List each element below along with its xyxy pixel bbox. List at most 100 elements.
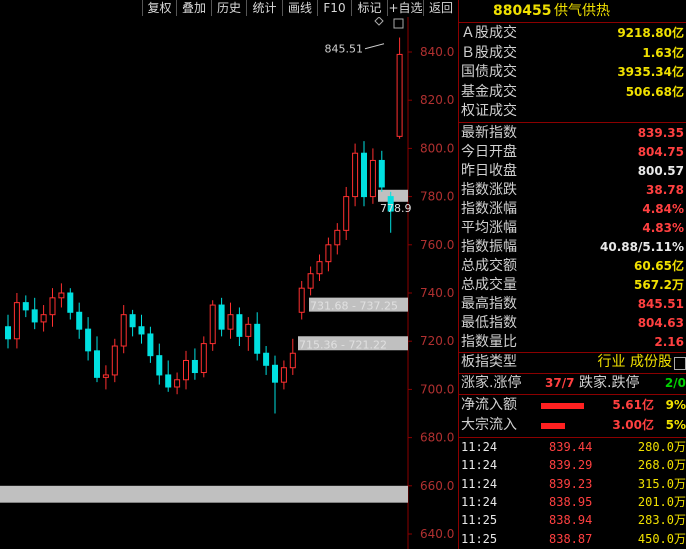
candle-body[interactable] [76, 311, 83, 330]
candle-body[interactable] [13, 302, 20, 340]
flow-row: 净流入额 5.61亿 9% [459, 396, 686, 415]
candle-body[interactable] [325, 244, 332, 263]
volume-row: 权证成交 [459, 102, 686, 121]
chart-toolbar: 复权 叠加 历史 统计 画线 F10 标记 +自选 返回 [0, 0, 458, 17]
flow-pct: 5% [665, 418, 686, 432]
candle-body[interactable] [138, 326, 145, 335]
y-tick-label: 660.0 [420, 479, 454, 493]
candle-body[interactable] [352, 152, 359, 198]
history-button[interactable]: 历史 [211, 0, 246, 16]
candle-body[interactable] [361, 152, 367, 198]
candle-body[interactable] [31, 309, 38, 323]
candle-body[interactable] [183, 359, 189, 381]
candle-body[interactable] [236, 314, 243, 337]
gap-band [0, 485, 408, 503]
candle-body[interactable] [22, 302, 29, 311]
down-count-value: 2/0 [664, 376, 686, 390]
candle-body[interactable] [58, 292, 65, 299]
candle-body[interactable] [245, 323, 252, 337]
down-count-label: 跌家.跌停 [579, 375, 640, 391]
candle-body[interactable] [307, 273, 314, 289]
tick-row: 11:25 838.87 450.0万 [459, 530, 686, 548]
index-row-label: 平均涨幅 [461, 220, 517, 236]
tick-price: 839.29 [549, 458, 593, 473]
candle-body[interactable] [111, 345, 118, 376]
index-row: 最新指数 839.35 [459, 124, 686, 143]
volume-row-value: 9218.80亿 [617, 26, 684, 40]
candle-body[interactable] [94, 350, 100, 378]
add-favorite-button[interactable]: +自选 [387, 0, 423, 16]
index-row-value: 4.84% [642, 202, 684, 216]
index-row: 总成交额 60.65亿 [459, 257, 686, 276]
candle-body[interactable] [156, 355, 163, 376]
tick-time: 11:24 [461, 476, 498, 491]
candle-body[interactable] [396, 53, 403, 137]
candle-body[interactable] [227, 314, 234, 330]
index-row: 指数量比 2.16 [459, 333, 686, 352]
candle-body[interactable] [191, 359, 198, 374]
candle-body[interactable] [289, 352, 296, 369]
candle-body[interactable] [165, 374, 172, 388]
candle-body[interactable] [298, 287, 305, 313]
f10-button[interactable]: F10 [317, 0, 351, 16]
y-tick-label: 720.0 [420, 334, 454, 348]
candle-body[interactable] [272, 364, 278, 383]
flow-bar [541, 403, 585, 409]
mark-button[interactable]: 标记 [351, 0, 387, 16]
window-icon[interactable] [393, 18, 404, 29]
index-row-value: 804.75 [637, 145, 684, 159]
volume-row-label: 权证成交 [461, 103, 517, 119]
draw-line-button[interactable]: 画线 [282, 0, 317, 16]
index-row-value: 38.78 [646, 183, 684, 197]
y-tick-label: 700.0 [420, 382, 454, 396]
candle-body[interactable] [85, 328, 92, 352]
candle-body[interactable] [67, 292, 74, 313]
candle-body[interactable] [209, 304, 216, 345]
candle-body[interactable] [120, 314, 127, 347]
tick-time: 11:24 [461, 440, 498, 454]
back-button[interactable]: 返回 [423, 0, 458, 16]
candle-body[interactable] [263, 352, 270, 366]
diamond-icon[interactable] [374, 17, 384, 26]
volume-row: Ａ股成交 9218.80亿 [459, 24, 686, 43]
candle-body[interactable] [218, 304, 225, 330]
y-tick-label: 780.0 [420, 190, 454, 204]
index-row-label: 总成交额 [461, 258, 517, 274]
volume-row-value: 3935.34亿 [617, 65, 684, 79]
candle-body[interactable] [334, 229, 341, 246]
candle-body[interactable] [102, 374, 109, 378]
candle-body[interactable] [174, 379, 181, 388]
board-type-row: 板指类型 行业 成份股 [459, 353, 686, 372]
candle-body[interactable] [280, 367, 287, 383]
restore-rights-button[interactable]: 复权 [142, 0, 176, 16]
candle-body[interactable] [378, 159, 385, 188]
up-count-label: 涨家.涨停 [461, 375, 522, 391]
overlay-button[interactable]: 叠加 [176, 0, 211, 16]
candle-body[interactable] [147, 333, 154, 357]
volume-row: 基金成交 506.68亿 [459, 83, 686, 102]
candle-body[interactable] [316, 261, 323, 275]
flow-label: 净流入额 [461, 397, 517, 413]
candle-body[interactable] [129, 314, 136, 328]
flow-bar [541, 423, 565, 429]
tick-volume: 450.0万 [637, 531, 686, 546]
candle-body[interactable] [40, 314, 47, 323]
tick-time: 11:24 [461, 494, 498, 509]
candle-body[interactable] [5, 326, 11, 340]
candle-body[interactable] [343, 196, 350, 231]
index-row-label: 指数量比 [461, 334, 517, 350]
candle-body[interactable] [369, 159, 376, 198]
index-name: 供气供热 [554, 3, 610, 19]
tick-time: 11:25 [461, 513, 498, 528]
index-row: 今日开盘 804.75 [459, 143, 686, 162]
index-row-label: 最低指数 [461, 315, 517, 331]
candle-body[interactable] [200, 343, 207, 374]
tick-time: 11:25 [461, 531, 498, 546]
candlestick-chart[interactable]: 840.0 820.0 800.0 780.0 760.0 740.0 720.0 700.0… [0, 17, 458, 549]
statistics-button[interactable]: 统计 [246, 0, 282, 16]
candle-body[interactable] [49, 297, 56, 316]
board-type-value: 行业 成份股 [597, 354, 672, 370]
table-icon[interactable] [674, 357, 686, 370]
index-code: 880455 [493, 3, 552, 19]
candle-body[interactable] [254, 323, 261, 354]
